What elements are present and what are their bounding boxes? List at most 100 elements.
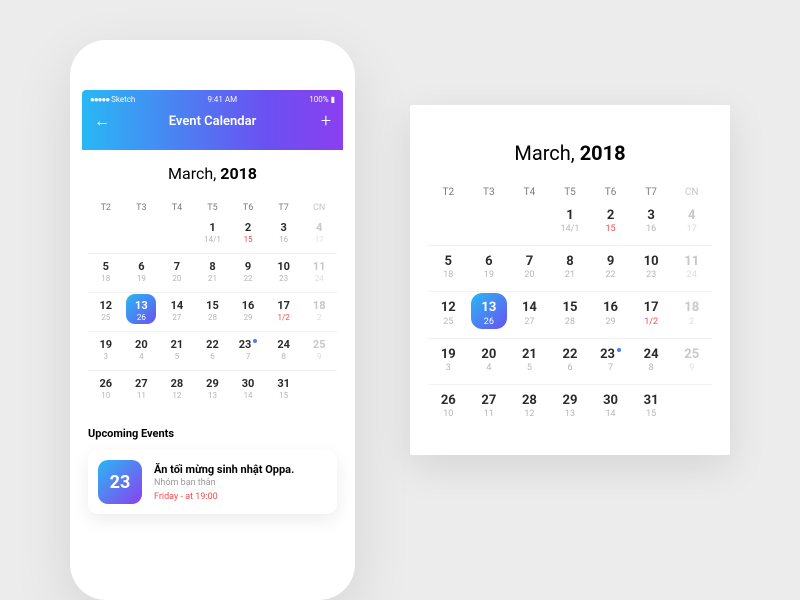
greg-day: 27	[124, 378, 160, 390]
day-cell[interactable]: 215	[159, 335, 195, 367]
lunar-day: 21	[550, 271, 591, 281]
greg-day: 23	[590, 348, 631, 362]
day-cell[interactable]: 215	[590, 203, 631, 242]
status-bar: ●●●●● Sketch 9:41 AM 100% ▮	[82, 90, 343, 104]
day-cell[interactable]: 171/2	[266, 296, 302, 328]
day-cell[interactable]: 259	[301, 335, 337, 367]
day-cell[interactable]: 1124	[671, 249, 712, 288]
event-card[interactable]: 23 Ăn tối mừng sinh nhật Oppa. Nhóm bạn …	[88, 450, 337, 514]
day-cell[interactable]: 1023	[266, 257, 302, 289]
day-cell[interactable]: 114/1	[195, 218, 231, 250]
lunar-day: 6	[550, 364, 591, 374]
greg-day: 7	[159, 261, 195, 273]
day-cell[interactable]: 204	[124, 335, 160, 367]
greg-day: 8	[195, 261, 231, 273]
greg-day: 25	[671, 348, 712, 362]
day-cell[interactable]: 2913	[550, 388, 591, 427]
day-cell[interactable]: 3014	[230, 374, 266, 406]
day-cell[interactable]: 821	[550, 249, 591, 288]
day-cell[interactable]: 821	[195, 257, 231, 289]
day-cell[interactable]: 1427	[509, 295, 550, 334]
lunar-day: 24	[301, 275, 337, 284]
lunar-day: 15	[230, 236, 266, 245]
day-cell[interactable]: 1225	[428, 295, 469, 334]
day-cell[interactable]: 215	[230, 218, 266, 250]
day-cell[interactable]: 1225	[88, 296, 124, 328]
day-cell[interactable]: 1124	[301, 257, 337, 289]
day-cell[interactable]: 2812	[159, 374, 195, 406]
day-cell[interactable]: 2711	[124, 374, 160, 406]
day-cell[interactable]: 316	[631, 203, 672, 242]
day-cell[interactable]: 226	[550, 342, 591, 381]
lunar-day: 5	[509, 364, 550, 374]
day-cell[interactable]: 619	[124, 257, 160, 289]
day-cell[interactable]: 248	[631, 342, 672, 381]
greg-day: 13	[469, 301, 510, 315]
day-cell[interactable]: 193	[88, 335, 124, 367]
greg-day: 9	[230, 261, 266, 273]
day-cell[interactable]: 720	[159, 257, 195, 289]
day-cell[interactable]: 1528	[550, 295, 591, 334]
lunar-day: 28	[550, 318, 591, 328]
day-cell[interactable]: 1528	[195, 296, 231, 328]
day-cell[interactable]: 922	[230, 257, 266, 289]
day-cell[interactable]: 316	[266, 218, 302, 250]
status-left: ●●●●● Sketch	[90, 95, 135, 104]
day-cell[interactable]: 1326	[124, 296, 160, 328]
dow-label: T2	[88, 197, 124, 216]
lunar-day: 29	[590, 318, 631, 328]
day-cell[interactable]: 2913	[195, 374, 231, 406]
day-cell[interactable]: 619	[469, 249, 510, 288]
greg-day: 17	[631, 301, 672, 315]
day-cell[interactable]: 417	[671, 203, 712, 242]
day-cell[interactable]: 1326	[469, 295, 510, 334]
day-cell[interactable]: 226	[195, 335, 231, 367]
day-cell[interactable]: 720	[509, 249, 550, 288]
day-cell[interactable]: 193	[428, 342, 469, 381]
day-cell[interactable]: 1427	[159, 296, 195, 328]
day-cell[interactable]: 1629	[590, 295, 631, 334]
add-event-button[interactable]: +	[321, 111, 331, 132]
day-cell[interactable]: 1629	[230, 296, 266, 328]
greg-day: 24	[631, 348, 672, 362]
day-cell[interactable]: 237	[230, 335, 266, 367]
lunar-day: 6	[195, 353, 231, 362]
greg-day: 18	[301, 300, 337, 312]
day-cell[interactable]: 182	[671, 295, 712, 334]
row-divider	[428, 291, 712, 292]
day-cell[interactable]: 922	[590, 249, 631, 288]
day-cell[interactable]: 2711	[469, 388, 510, 427]
day-cell[interactable]: 2610	[88, 374, 124, 406]
day-cell[interactable]: 3115	[631, 388, 672, 427]
widget-year-label: 2018	[580, 141, 626, 165]
phone-device: ●●●●● Sketch 9:41 AM 100% ▮ ← Event Cale…	[70, 40, 355, 600]
lunar-day: 7	[230, 353, 266, 362]
day-cell[interactable]: 215	[509, 342, 550, 381]
day-cell[interactable]: 518	[88, 257, 124, 289]
greg-day: 26	[88, 378, 124, 390]
day-cell[interactable]: 171/2	[631, 295, 672, 334]
row-divider	[88, 331, 337, 332]
lunar-day: 14/1	[195, 236, 231, 245]
widget-month-heading: March, 2018	[428, 141, 712, 165]
day-cell[interactable]: 182	[301, 296, 337, 328]
phone-calendar-grid: T2T3T4T5T6T7CN114/1215316417518619720821…	[88, 197, 337, 405]
day-cell[interactable]: 2812	[509, 388, 550, 427]
back-button[interactable]: ←	[94, 111, 110, 131]
day-cell[interactable]: 3115	[266, 374, 302, 406]
day-cell[interactable]: 417	[301, 218, 337, 250]
day-cell	[124, 218, 160, 250]
day-cell[interactable]: 204	[469, 342, 510, 381]
day-cell[interactable]: 518	[428, 249, 469, 288]
lunar-day: 10	[88, 392, 124, 401]
lunar-day: 2	[671, 318, 712, 328]
row-divider	[428, 384, 712, 385]
day-cell[interactable]: 1023	[631, 249, 672, 288]
title-bar: ← Event Calendar +	[82, 104, 343, 138]
day-cell[interactable]: 114/1	[550, 203, 591, 242]
day-cell[interactable]: 259	[671, 342, 712, 381]
day-cell[interactable]: 2610	[428, 388, 469, 427]
day-cell[interactable]: 3014	[590, 388, 631, 427]
day-cell[interactable]: 237	[590, 342, 631, 381]
day-cell[interactable]: 248	[266, 335, 302, 367]
